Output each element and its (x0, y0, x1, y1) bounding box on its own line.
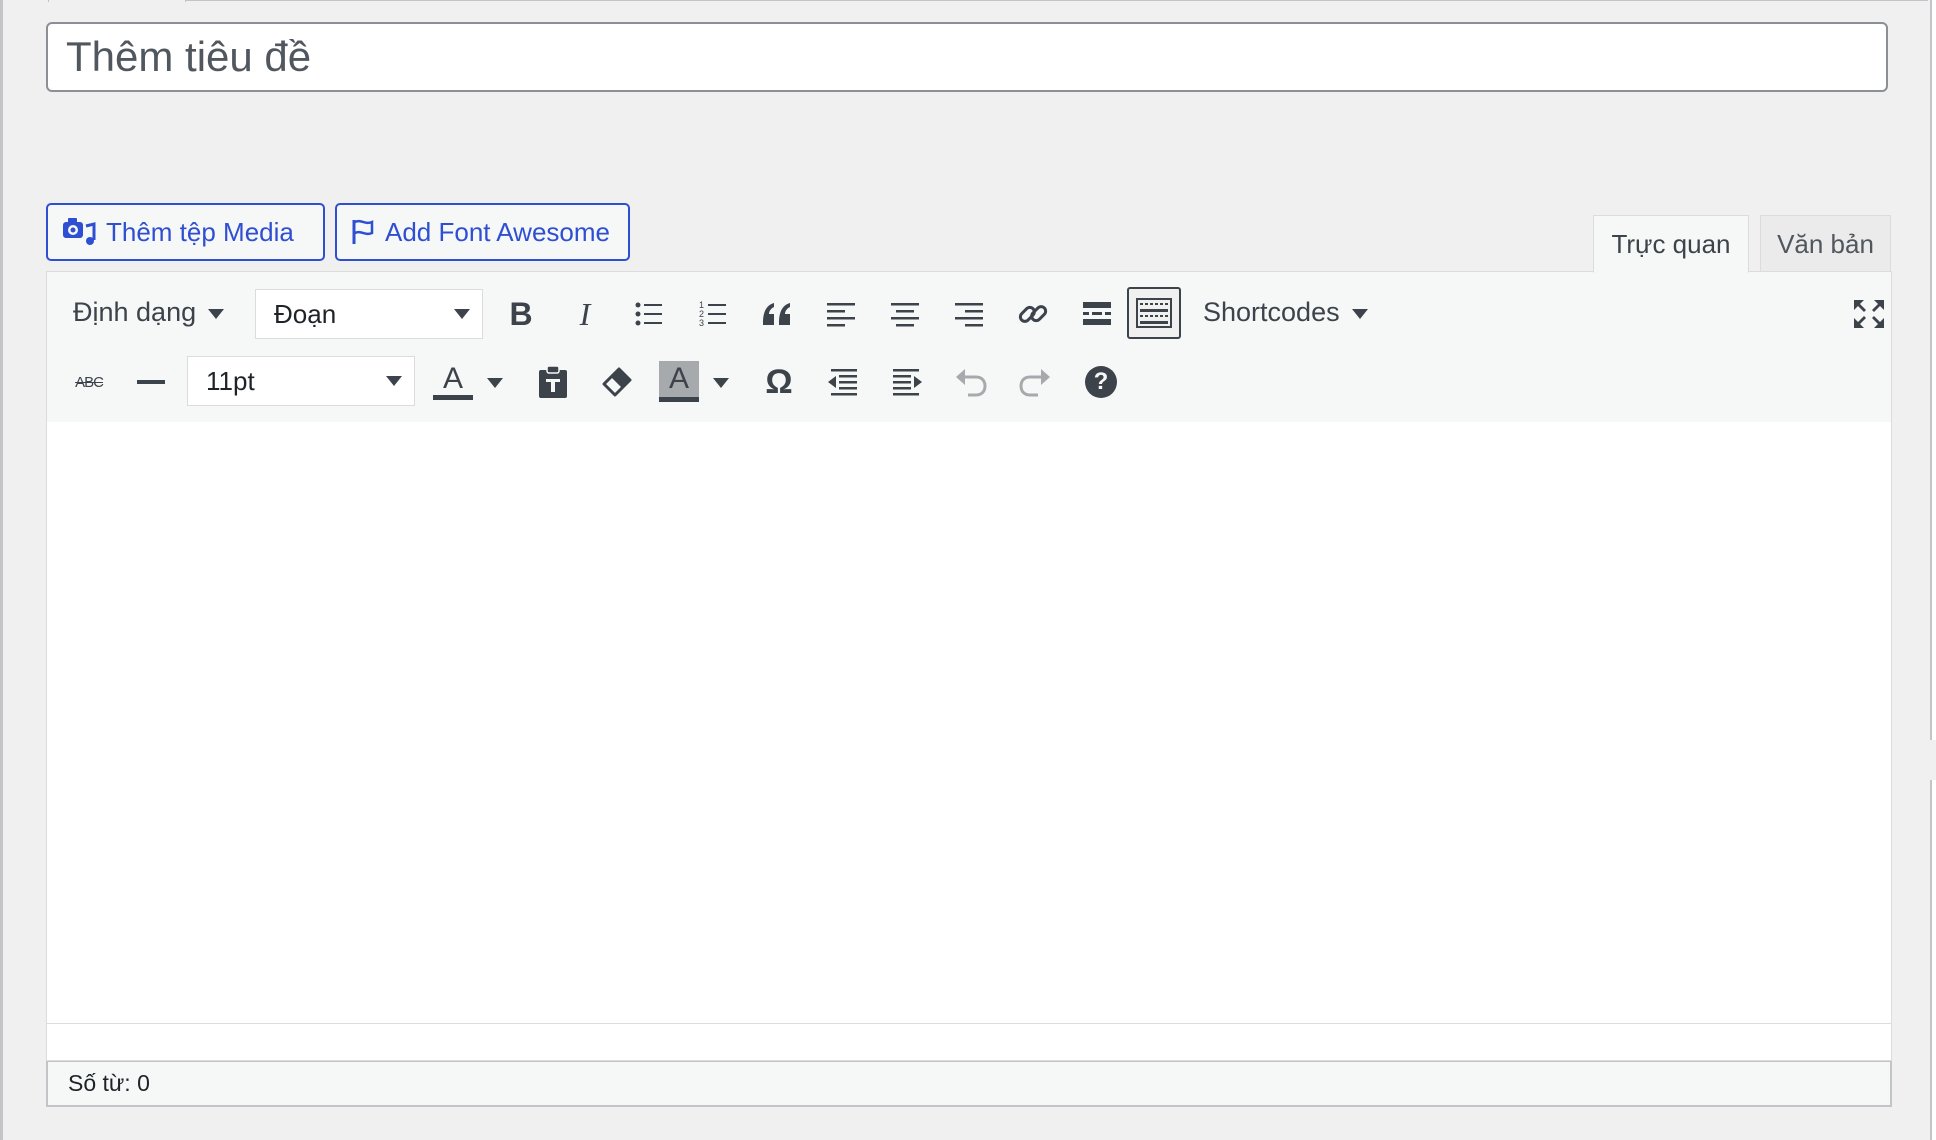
clipboard-icon (539, 365, 567, 398)
fullscreen-button[interactable] (1849, 294, 1889, 334)
top-divider (48, 0, 1928, 1)
title-placeholder: Thêm tiêu đề (66, 33, 312, 80)
shortcodes-menu[interactable]: Shortcodes (1203, 292, 1368, 332)
format-menu-label: Định dạng (73, 296, 197, 327)
background-color-button[interactable]: A (657, 358, 701, 404)
tab-text[interactable]: Văn bản (1760, 215, 1891, 273)
text-color-dropdown-icon[interactable] (487, 378, 503, 388)
align-left-icon (827, 303, 855, 327)
eraser-icon (602, 367, 632, 397)
left-edge (0, 0, 3, 1140)
add-media-button[interactable]: Thêm tệp Media (46, 203, 325, 261)
chevron-down-icon (208, 309, 225, 319)
right-panel-edge-lower (1930, 780, 1936, 1140)
tab-text-label: Văn bản (1777, 229, 1874, 259)
outdent-button[interactable] (821, 360, 865, 404)
align-left-button[interactable] (819, 294, 863, 334)
paragraph-select-value: Đoạn (274, 298, 337, 329)
quote-icon (763, 303, 790, 325)
chevron-down-icon (386, 376, 402, 386)
strikethrough-button[interactable]: ABC (67, 362, 111, 402)
text-color-swatch (433, 394, 473, 400)
text-color-button[interactable]: A (431, 358, 475, 404)
add-font-awesome-button[interactable]: Add Font Awesome (335, 203, 630, 261)
add-font-awesome-label: Add Font Awesome (385, 216, 610, 247)
outdent-icon (828, 369, 857, 396)
chevron-down-icon (454, 309, 470, 319)
text-color-icon: A (442, 361, 463, 395)
strikethrough-icon: ABC (75, 373, 104, 391)
format-menu[interactable]: Định dạng (73, 292, 225, 332)
redo-button[interactable] (1013, 360, 1057, 404)
bullet-list-icon (635, 302, 662, 326)
status-bar: Số từ: 0 (46, 1061, 1892, 1107)
top-tab-stub (48, 0, 186, 2)
chevron-down-icon (1351, 309, 1368, 319)
title-input[interactable]: Thêm tiêu đề (46, 22, 1888, 92)
horizontal-line-button[interactable] (129, 362, 173, 402)
align-center-button[interactable] (883, 294, 927, 334)
toolbar-toggle-button[interactable] (1127, 287, 1181, 339)
special-character-button[interactable]: Ω (757, 360, 801, 404)
editor-content-area[interactable] (46, 422, 1892, 1024)
help-button[interactable]: ? (1079, 360, 1123, 404)
numbered-list-button[interactable]: 1 2 3 (691, 294, 735, 334)
paste-text-button[interactable] (531, 360, 575, 404)
add-media-label: Thêm tệp Media (106, 216, 294, 247)
background-color-dropdown-icon[interactable] (713, 378, 729, 388)
numbered-list-icon: 1 2 3 (699, 300, 726, 328)
align-right-icon (955, 303, 983, 327)
link-button[interactable] (1011, 294, 1055, 334)
help-icon: ? (1085, 366, 1117, 398)
undo-button[interactable] (949, 360, 993, 404)
read-more-icon (1083, 302, 1111, 325)
background-color-swatch (659, 396, 699, 402)
blockquote-button[interactable] (755, 294, 799, 334)
omega-icon: Ω (765, 362, 793, 401)
bullet-list-button[interactable] (627, 294, 671, 334)
shortcodes-label: Shortcodes (1203, 296, 1340, 327)
link-icon (1018, 305, 1048, 323)
italic-icon: I (579, 295, 591, 332)
editor-toolbar: Định dạng Đoạn B I 1 2 3 Shortcodes ABC … (46, 271, 1892, 423)
tab-visual[interactable]: Trực quan (1593, 215, 1749, 273)
svg-text:3: 3 (699, 318, 704, 328)
fullscreen-icon (1854, 300, 1884, 328)
right-panel-edge (1930, 0, 1936, 740)
redo-icon (1019, 369, 1050, 397)
clear-formatting-button[interactable] (595, 360, 639, 404)
font-size-select[interactable]: 11pt (187, 356, 415, 406)
indent-button[interactable] (885, 360, 929, 404)
font-size-value: 11pt (206, 365, 255, 396)
bold-button[interactable]: B (499, 294, 543, 334)
horizontal-line-icon (137, 380, 165, 384)
paragraph-select[interactable]: Đoạn (255, 289, 483, 339)
background-color-icon: A (659, 360, 699, 397)
word-count: Số từ: 0 (68, 1070, 150, 1096)
editor-path-area (46, 1023, 1892, 1061)
undo-icon (956, 369, 987, 397)
read-more-button[interactable] (1075, 294, 1119, 334)
align-right-button[interactable] (947, 294, 991, 334)
indent-icon (893, 369, 922, 396)
keyboard-icon (1136, 298, 1172, 328)
italic-button[interactable]: I (563, 294, 607, 334)
media-camera-icon (63, 218, 96, 245)
bold-icon: B (509, 295, 533, 332)
align-center-icon (891, 303, 919, 327)
flag-icon (352, 219, 374, 244)
tab-visual-label: Trực quan (1611, 229, 1731, 259)
